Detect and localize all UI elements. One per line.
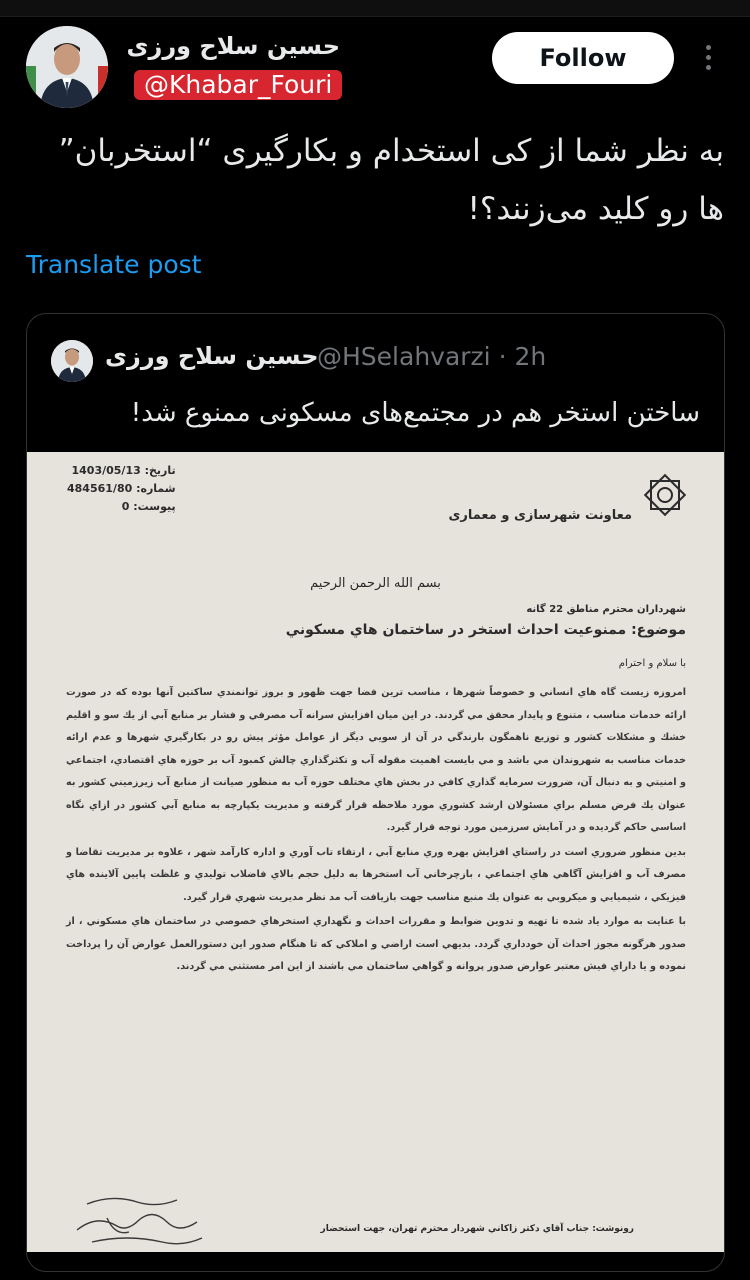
translate-post-link[interactable]: Translate post	[26, 250, 201, 279]
quoted-tweet-text: ساختن استخر هم در مجتمع‌های مسکونی ممنوع…	[130, 398, 700, 428]
document-meta: تاريخ: 1403/05/13 شماره: 484561/80 پيوست…	[67, 462, 176, 516]
document-basmala: بسم الله الرحمن الرحيم	[310, 576, 441, 591]
tehran-municipality-logo-icon	[642, 472, 688, 518]
more-options-icon[interactable]	[694, 40, 722, 76]
document-date: تاريخ: 1403/05/13	[71, 464, 176, 477]
quoted-author-avatar	[51, 340, 93, 382]
document-attachment: پيوست: 0	[121, 500, 176, 513]
document-paragraph: بدين منظور ضروري است در راستاي افزايش به…	[66, 846, 686, 903]
follow-button[interactable]: Follow	[492, 32, 674, 84]
signature-image	[67, 1192, 217, 1252]
attached-document-image[interactable]: تاريخ: 1403/05/13 شماره: 484561/80 پيوست…	[27, 452, 724, 1252]
top-divider	[0, 0, 750, 17]
author-handle[interactable]: @Khabar_Fouri	[134, 70, 343, 100]
document-org: معاونت شهرسازی و معماری	[448, 508, 632, 523]
quoted-author-name: حسین سلاح ورزی	[105, 342, 319, 370]
document-cc: رونوشت: جناب آقاي دكتر زاكاني شهردار محت…	[320, 1224, 634, 1234]
author-name[interactable]: حسین سلاح ورزی	[127, 32, 341, 60]
document-body: امروزه زيست گاه هاي انساني و خصوصاً شهره…	[66, 682, 686, 981]
document-paragraph: با عنايت به موارد ياد شده تا تهيه و تدوي…	[66, 916, 686, 972]
author-avatar[interactable]	[26, 26, 108, 108]
quoted-tweet[interactable]: حسین سلاح ورزی @HSelahvarzi · 2h ساختن ا…	[26, 313, 725, 1272]
document-number: شماره: 484561/80	[67, 482, 176, 495]
document-recipient: شهرداران محترم مناطق 22 گانه	[526, 604, 686, 615]
document-subject: موضوع: ممنوعيت احداث استخر در ساختمان ها…	[285, 622, 686, 638]
tweet-header: حسین سلاح ورزی @Khabar_Fouri Follow	[0, 18, 750, 118]
document-greeting: با سلام و احترام	[618, 658, 686, 669]
quoted-author-meta: @HSelahvarzi · 2h	[317, 342, 547, 371]
document-paragraph: امروزه زيست گاه هاي انساني و خصوصاً شهره…	[66, 687, 686, 833]
tweet-text: به نظر شما از کی استخدام و بکارگیری “است…	[58, 133, 724, 227]
